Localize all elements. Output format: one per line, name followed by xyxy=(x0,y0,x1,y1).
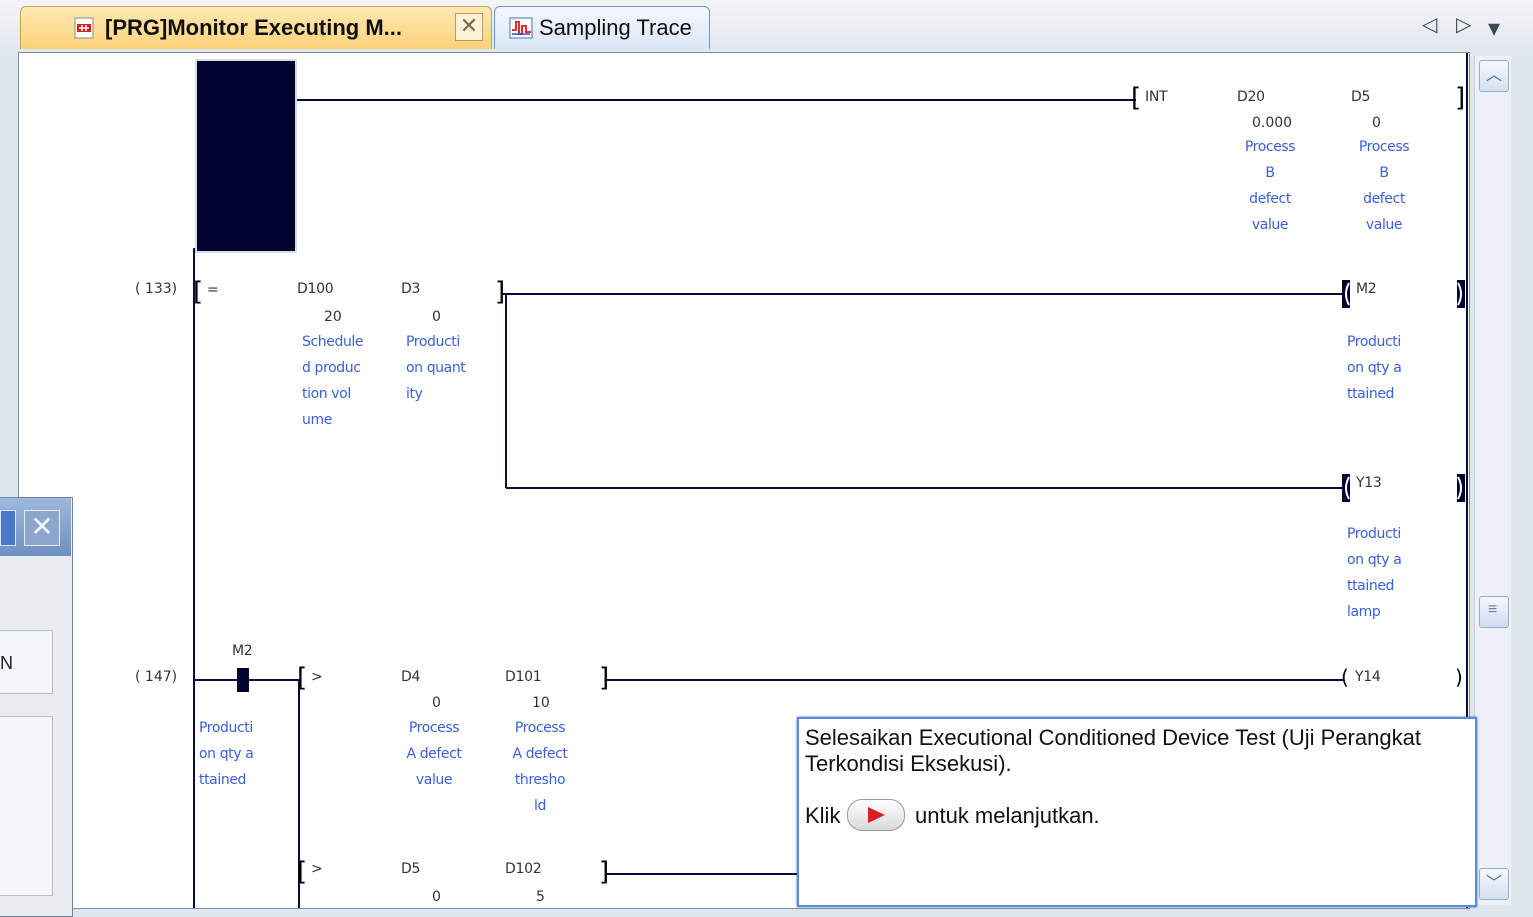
operand-d3[interactable]: D3 xyxy=(401,281,420,297)
operand-d5-comment: Process B defect value xyxy=(1358,139,1410,233)
tab-label: [PRG]Monitor Executing M... xyxy=(105,15,402,40)
ladder-program-icon xyxy=(74,17,94,39)
coil-m2-symbol[interactable] xyxy=(1339,280,1353,308)
operand-d4[interactable]: D4 xyxy=(401,669,420,685)
tab-sampling-trace[interactable]: Sampling Trace xyxy=(494,6,710,49)
scroll-up-button[interactable]: ︿ xyxy=(1479,60,1509,92)
side-panel-titlebar: ✕ xyxy=(0,498,71,556)
coil-m2-comment: Producti on qty a ttained xyxy=(1347,334,1402,402)
compare1-bracket-open: [ xyxy=(297,663,307,693)
scroll-thumb[interactable]: ≡ xyxy=(1479,596,1509,628)
play-icon xyxy=(868,807,885,823)
tooltip-line-1: Selesaikan Executional Conditioned Devic… xyxy=(805,725,1421,750)
tooltip-continue-text: untuk melanjutkan. xyxy=(915,803,1100,828)
operand-d5[interactable]: D5 xyxy=(1351,89,1370,105)
tab-bar: [PRG]Monitor Executing M... ✕ Sampling T… xyxy=(0,0,1533,50)
operand-d4-value: 0 xyxy=(432,695,441,711)
coil-y14-close: ) xyxy=(1455,665,1463,689)
operand-d100[interactable]: D100 xyxy=(297,281,334,297)
coil-y14[interactable]: Y14 xyxy=(1355,669,1381,685)
coil-y13-end-symbol xyxy=(1457,474,1465,502)
compare-bracket-close: ] xyxy=(495,277,505,307)
coil-m2-end-symbol xyxy=(1457,280,1465,308)
coil-y13-symbol[interactable] xyxy=(1339,474,1353,502)
contact-m2-symbol[interactable] xyxy=(237,668,249,692)
tooltip-klik-label: Klik xyxy=(805,803,841,828)
side-panel-field-text: N xyxy=(0,653,13,673)
operand-d5-compare[interactable]: D5 xyxy=(401,861,420,877)
tutorial-tooltip: Selesaikan Executional Conditioned Devic… xyxy=(797,717,1477,907)
operand-d101-value: 10 xyxy=(532,695,550,711)
operand-d5-value: 0 xyxy=(1372,115,1381,131)
side-panel-close-button[interactable]: ✕ xyxy=(24,510,60,546)
coil-y13[interactable]: Y13 xyxy=(1356,475,1382,491)
operand-d3-comment: Producti on quant ity xyxy=(406,334,466,402)
step-number-133: ( 133) xyxy=(135,281,178,297)
operand-d5-compare-value: 0 xyxy=(432,889,441,905)
scroll-tabs-right-icon[interactable]: ▷ xyxy=(1456,12,1471,37)
side-panel-list[interactable] xyxy=(0,716,53,896)
tab-program-monitor[interactable]: [PRG]Monitor Executing M... ✕ xyxy=(20,6,492,49)
side-panel-field[interactable]: N xyxy=(0,630,53,694)
compare1-operator[interactable]: > xyxy=(311,669,323,685)
coil-y14-open[interactable]: ( xyxy=(1341,665,1349,689)
scroll-tabs-left-icon[interactable]: ◁ xyxy=(1422,12,1437,37)
operand-d102-value: 5 xyxy=(536,889,545,905)
operand-d3-value: 0 xyxy=(432,309,441,325)
side-panel: ✕ N xyxy=(0,497,73,917)
compare1-bracket-close: ] xyxy=(599,663,609,693)
compare2-operator[interactable]: > xyxy=(311,861,323,877)
coil-y13-comment: Producti on qty a ttained lamp xyxy=(1347,526,1402,620)
tab-list-dropdown-icon[interactable]: ▾ xyxy=(1488,14,1500,43)
operand-d20[interactable]: D20 xyxy=(1237,89,1265,105)
instruction-bracket-close: ] xyxy=(1455,83,1465,113)
instruction-bracket-open: [ xyxy=(1131,83,1141,113)
operand-d101[interactable]: D101 xyxy=(505,669,542,685)
tooltip-line-2: Terkondisi Eksekusi). xyxy=(805,751,1012,776)
compare2-bracket-open: [ xyxy=(297,857,307,887)
close-tab-button[interactable]: ✕ xyxy=(455,13,483,41)
tab-label: Sampling Trace xyxy=(539,15,692,40)
operand-d102[interactable]: D102 xyxy=(505,861,542,877)
contact-m2[interactable]: M2 xyxy=(232,643,253,659)
scroll-thumb-grip-icon: ≡ xyxy=(1488,601,1498,618)
operand-d100-comment: Schedule d produc tion vol ume xyxy=(302,334,364,428)
scroll-down-button[interactable]: ﹀ xyxy=(1479,868,1509,900)
compare2-bracket-close: ] xyxy=(599,857,609,887)
selected-cell-cursor[interactable] xyxy=(195,59,297,253)
compare-bracket-open: [ xyxy=(193,277,203,307)
operand-d101-comment: Process A defect thresho ld xyxy=(512,720,568,814)
continue-play-button[interactable] xyxy=(847,799,905,831)
compare-operator-equal[interactable]: = xyxy=(207,282,219,298)
operand-d4-comment: Process A defect value xyxy=(406,720,462,788)
side-panel-restore-button[interactable] xyxy=(0,510,16,546)
instruction-int[interactable]: INT xyxy=(1145,89,1168,105)
coil-m2[interactable]: M2 xyxy=(1356,281,1377,297)
operand-d20-value: 0.000 xyxy=(1252,115,1293,131)
operand-d20-comment: Process B defect value xyxy=(1244,139,1296,233)
vertical-scrollbar[interactable]: ︿ ≡ ﹀ xyxy=(1474,56,1511,905)
sampling-trace-icon xyxy=(509,17,533,39)
operand-d100-value: 20 xyxy=(324,309,342,325)
contact-m2-comment: Producti on qty a ttained xyxy=(199,720,254,788)
step-number-147: ( 147) xyxy=(135,669,178,685)
